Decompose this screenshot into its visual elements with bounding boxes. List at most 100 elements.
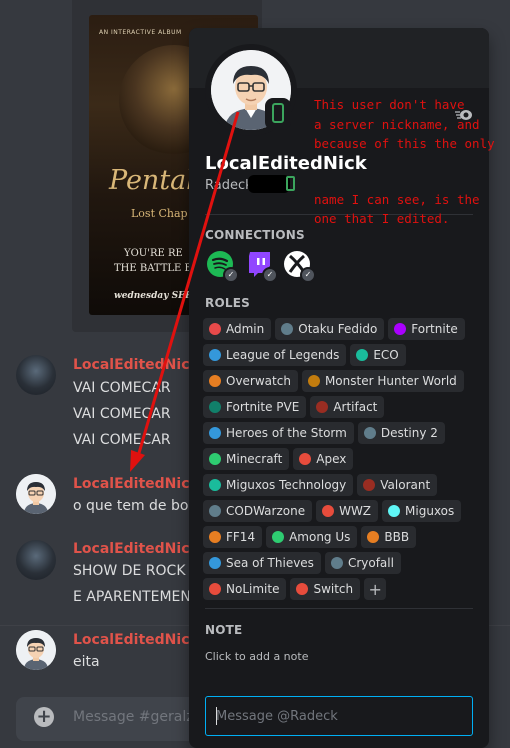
role-pill[interactable]: Fortnite <box>388 318 465 340</box>
avatar[interactable] <box>16 630 56 670</box>
attach-plus-icon[interactable]: + <box>34 707 54 727</box>
role-color-dot <box>330 557 343 569</box>
role-color-dot <box>367 531 380 543</box>
role-pill[interactable]: WWZ <box>316 500 379 522</box>
annotation-text: one that I edited. <box>314 211 450 226</box>
role-color-dot <box>394 323 407 335</box>
role-color-dot <box>316 401 329 413</box>
role-pill[interactable]: Artifact <box>310 396 385 418</box>
note-title: NOTE <box>205 623 243 637</box>
role-name: CODWarzone <box>226 504 306 518</box>
role-name: Overwatch <box>226 374 291 388</box>
role-name: Fortnite PVE <box>226 400 300 414</box>
role-pill[interactable]: Monster Hunter World <box>301 370 464 392</box>
message-text: o que tem de bom <box>73 498 203 514</box>
role-name: FF14 <box>226 530 256 544</box>
role-pill[interactable]: Cryofall <box>324 552 401 574</box>
spotify-icon[interactable]: ✓ <box>205 249 239 283</box>
role-color-dot <box>322 505 335 517</box>
poster-line: YOU'RE RE <box>124 248 183 259</box>
message-author[interactable]: LocalEditedNick <box>73 357 199 373</box>
note-input[interactable]: Click to add a note <box>205 650 308 663</box>
poster-subtitle: Lost Chap <box>131 207 188 220</box>
role-pill[interactable]: Miguxos <box>382 500 462 522</box>
role-name: Fortnite <box>411 322 458 336</box>
role-name: Sea of Thieves <box>226 556 314 570</box>
role-pill[interactable]: CODWarzone <box>203 500 313 522</box>
role-color-dot <box>209 323 221 335</box>
role-color-dot <box>281 323 294 335</box>
role-color-dot <box>209 479 221 491</box>
annotation-text: because of this the only <box>314 136 495 151</box>
role-pill[interactable]: Destiny 2 <box>357 422 445 444</box>
mobile-status-icon <box>265 98 291 130</box>
role-name: League of Legends <box>226 348 340 362</box>
role-color-dot <box>356 349 369 361</box>
role-name: Monster Hunter World <box>324 374 457 388</box>
role-pill[interactable]: Miguxos Technology <box>203 474 354 496</box>
role-color-dot <box>209 401 221 413</box>
direct-message-field[interactable] <box>205 696 473 736</box>
role-pill[interactable]: ECO <box>350 344 406 366</box>
role-color-dot <box>209 427 221 439</box>
composer-placeholder: Message #geralz <box>73 709 194 725</box>
message-text: VAI COMECAR <box>73 380 171 396</box>
poster-line: wednesday SEPT <box>114 291 199 301</box>
role-pill[interactable]: Heroes of the Storm <box>203 422 354 444</box>
role-name: Admin <box>226 322 265 336</box>
role-color-dot <box>209 531 221 543</box>
connections-title: CONNECTIONS <box>205 228 305 242</box>
poster-line: THE BATTLE BE <box>114 263 200 274</box>
role-color-dot <box>209 349 221 361</box>
role-pill[interactable]: Among Us <box>266 526 358 548</box>
message-author[interactable]: LocalEditedNick <box>73 541 199 557</box>
role-name: Artifact <box>333 400 378 414</box>
role-color-dot <box>209 375 221 387</box>
avatar[interactable] <box>16 355 56 395</box>
poster-top-text: AN INTERACTIVE ALBUM <box>99 29 182 36</box>
role-color-dot <box>209 505 221 517</box>
role-color-dot <box>209 557 221 569</box>
add-role-button[interactable]: + <box>364 578 387 600</box>
role-pill[interactable]: FF14 <box>203 526 263 548</box>
role-pill[interactable]: Fortnite PVE <box>203 396 307 418</box>
role-pill[interactable]: Valorant <box>357 474 438 496</box>
xbox-icon[interactable]: ✓ <box>282 249 316 283</box>
message-text: E APARENTEMEN <box>73 589 191 605</box>
role-pill[interactable]: Apex <box>293 448 354 470</box>
role-name: WWZ <box>339 504 372 518</box>
message-author[interactable]: LocalEditedNick <box>73 476 199 492</box>
role-pill[interactable]: Overwatch <box>203 370 298 392</box>
role-pill[interactable]: Sea of Thieves <box>203 552 321 574</box>
role-name: NoLimite <box>226 582 280 596</box>
twitch-icon[interactable]: ✓ <box>244 249 278 283</box>
role-name: Otaku Fedido <box>298 322 378 336</box>
role-pill[interactable]: Minecraft <box>203 448 290 470</box>
avatar[interactable] <box>16 474 56 514</box>
role-name: Miguxos Technology <box>226 478 347 492</box>
divider <box>205 608 473 609</box>
direct-message-input[interactable] <box>206 697 472 735</box>
role-color-dot <box>363 427 376 439</box>
role-name: Apex <box>316 452 347 466</box>
role-pill[interactable]: Switch <box>290 578 361 600</box>
user-avatar-icon <box>16 474 56 514</box>
annotation-text: a server nickname, and <box>314 117 480 132</box>
role-name: Switch <box>313 582 354 596</box>
annotation-text: name I can see, is the <box>314 192 480 207</box>
role-pill[interactable]: Admin <box>203 318 272 340</box>
role-pill[interactable]: League of Legends <box>203 344 347 366</box>
role-name: BBB <box>384 530 410 544</box>
avatar[interactable] <box>16 540 56 580</box>
message-text: eita <box>73 654 100 670</box>
role-list: Admin Otaku Fedido Fortnite League of Legen… <box>203 318 479 604</box>
role-pill[interactable]: Otaku Fedido <box>275 318 385 340</box>
role-name: ECO <box>373 348 399 362</box>
role-pill[interactable]: BBB <box>361 526 417 548</box>
message-text: VAI COMECAR <box>73 406 171 422</box>
role-pill[interactable]: NoLimite <box>203 578 287 600</box>
role-name: Among Us <box>289 530 351 544</box>
message-author[interactable]: LocalEditedNick <box>73 632 199 648</box>
annotation-text: This user don't have <box>314 97 465 112</box>
message-text: VAI COMECAR <box>73 432 171 448</box>
